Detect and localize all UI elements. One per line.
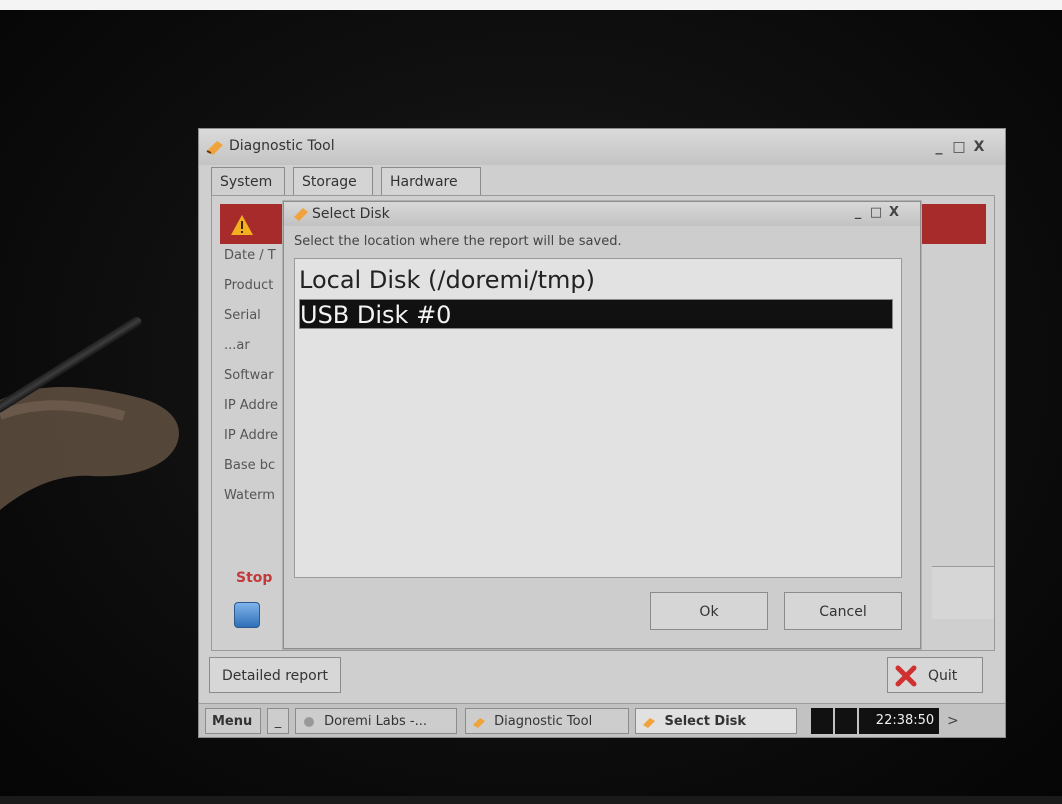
taskbar-item-diagnostic-tool[interactable]: Diagnostic Tool	[465, 708, 629, 734]
tray-indicator-2	[835, 708, 857, 734]
detailed-report-button[interactable]: Detailed report	[209, 657, 341, 693]
stop-button[interactable]	[234, 602, 260, 628]
status-field	[932, 566, 994, 619]
doremi-icon	[304, 716, 314, 727]
device-screen: Diagnostic Tool _ □ X System Storage Har…	[198, 128, 1006, 738]
baseboard-label: Base bc	[224, 458, 276, 473]
dialog-minimize-button[interactable]: _	[850, 205, 866, 221]
dialog-maximize-button[interactable]: □	[868, 205, 884, 221]
dialog-instruction: Select the location where the report wil…	[294, 234, 622, 249]
select-disk-icon	[643, 717, 655, 728]
disk-item-local[interactable]: Local Disk (/doremi/tmp)	[299, 265, 893, 295]
taskbar-item-select-disk[interactable]: Select Disk	[635, 708, 797, 734]
bottom-bezel	[0, 796, 1062, 804]
disk-item-usb[interactable]: USB Disk #0	[299, 299, 893, 329]
ip-address-label-1: IP Addre	[224, 398, 279, 413]
menu-button[interactable]: Menu	[205, 708, 261, 734]
select-disk-dialog: Select Disk _ □ X Select the location wh…	[283, 201, 921, 649]
date-time-label: Date / T	[224, 248, 276, 263]
product-label: Product	[224, 278, 274, 293]
tray-arrow[interactable]: >	[947, 708, 961, 734]
dialog-close-button[interactable]: X	[886, 205, 902, 221]
serial-label: Serial	[224, 308, 261, 323]
app-icon	[206, 141, 223, 155]
ip-address-label-2: IP Addre	[224, 428, 279, 443]
diagnostic-tool-icon	[473, 717, 485, 728]
ok-button[interactable]: Ok	[650, 592, 768, 630]
dialog-title: Select Disk	[312, 206, 390, 222]
maximize-button[interactable]: □	[951, 139, 967, 155]
window-titlebar: Diagnostic Tool _ □ X	[199, 129, 1005, 165]
taskbar-label-select-disk: Select Disk	[664, 714, 747, 729]
tab-hardware[interactable]: Hardware	[381, 167, 481, 195]
diagnostic-window: Diagnostic Tool _ □ X System Storage Har…	[199, 129, 1005, 703]
tab-storage[interactable]: Storage	[293, 167, 373, 195]
taskbar-item-doremi[interactable]: Doremi Labs -...	[295, 708, 457, 734]
minimize-button[interactable]: _	[931, 139, 947, 155]
top-bezel	[0, 0, 1062, 10]
firmware-label: ...ar	[224, 338, 250, 353]
show-desktop-button[interactable]: _	[267, 708, 289, 734]
software-label: Softwar	[224, 368, 274, 383]
clock-display: 22:38:50	[871, 708, 939, 734]
taskbar: Menu _ Doremi Labs -... Diagnostic Tool …	[199, 703, 1005, 737]
close-button[interactable]: X	[971, 139, 987, 155]
tab-system[interactable]: System	[211, 167, 285, 197]
cancel-button[interactable]: Cancel	[784, 592, 902, 630]
tray-indicator-1	[811, 708, 833, 734]
taskbar-label-diagnostic-tool: Diagnostic Tool	[494, 714, 593, 729]
warning-icon	[231, 215, 253, 235]
stop-label: Stop	[236, 570, 273, 586]
dialog-app-icon	[294, 208, 308, 221]
taskbar-label-doremi: Doremi Labs -...	[324, 714, 428, 729]
quit-icon	[895, 665, 917, 687]
window-title: Diagnostic Tool	[229, 138, 335, 154]
disk-list: Local Disk (/doremi/tmp) USB Disk #0	[294, 258, 902, 578]
quit-button[interactable]: Quit	[887, 657, 983, 693]
quit-label: Quit	[928, 668, 958, 684]
watermark-label: Waterm	[224, 488, 275, 503]
dialog-titlebar: Select Disk _ □ X	[284, 202, 920, 226]
